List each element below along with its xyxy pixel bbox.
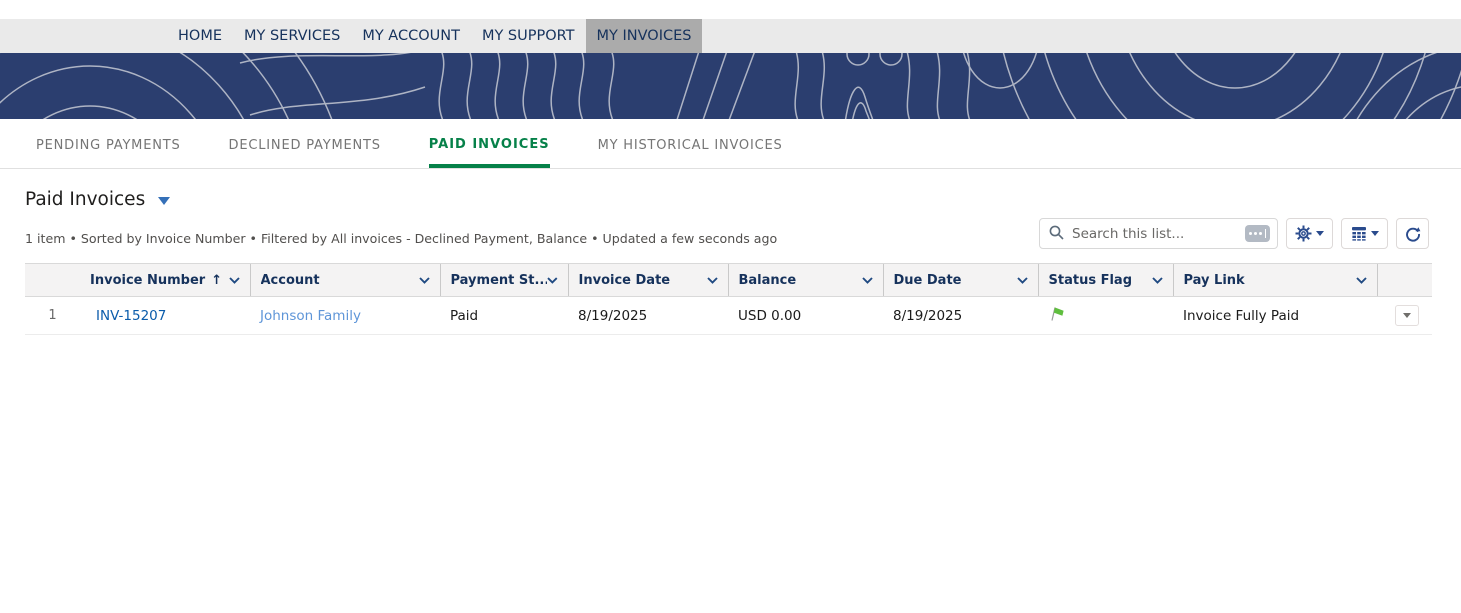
green-flag-icon	[1048, 305, 1066, 323]
tab-declined-payments[interactable]: DECLINED PAYMENTS	[229, 138, 381, 168]
column-row-number	[25, 264, 80, 297]
column-label: Due Date	[894, 273, 962, 288]
row-number: 1	[25, 297, 80, 335]
balance-cell: USD 0.00	[728, 297, 883, 335]
nav-item-home[interactable]: HOME	[167, 19, 233, 53]
account-link[interactable]: Johnson Family	[260, 308, 361, 324]
table-grid-icon	[1351, 226, 1367, 241]
column-account[interactable]: Account	[250, 264, 440, 297]
column-label: Balance	[739, 273, 797, 288]
hero-banner-topographic	[0, 53, 1461, 119]
column-payment-status[interactable]: Payment St...	[440, 264, 568, 297]
invoice-date-cell: 8/19/2025	[568, 297, 728, 335]
chevron-down-icon	[1403, 313, 1411, 318]
chevron-down-icon[interactable]	[547, 277, 558, 284]
arrow-up-icon: ↑	[211, 273, 222, 288]
column-invoice-number[interactable]: Invoice Number ↑	[80, 264, 250, 297]
column-label: Invoice Number	[90, 273, 205, 288]
status-flag-cell	[1038, 297, 1173, 335]
chevron-down-icon	[1316, 231, 1324, 236]
list-summary-text: 1 item • Sorted by Invoice Number • Filt…	[25, 231, 777, 246]
column-pay-link[interactable]: Pay Link	[1173, 264, 1377, 297]
magnifier-icon	[1049, 225, 1064, 240]
refresh-button[interactable]	[1396, 218, 1429, 249]
gear-icon	[1295, 225, 1312, 242]
due-date-cell: 8/19/2025	[883, 297, 1038, 335]
tab-pending-payments[interactable]: PENDING PAYMENTS	[36, 138, 181, 168]
nav-item-my-services[interactable]: MY SERVICES	[233, 19, 351, 53]
column-label: Pay Link	[1184, 273, 1245, 288]
chevron-down-icon[interactable]	[1152, 277, 1163, 284]
pay-link-cell: Invoice Fully Paid	[1173, 297, 1377, 335]
paid-invoices-table: Invoice Number ↑ Account	[25, 263, 1432, 335]
chevron-down-icon[interactable]	[229, 277, 240, 284]
payment-status-cell: Paid	[440, 297, 568, 335]
chevron-down-icon[interactable]	[1017, 277, 1028, 284]
column-label: Invoice Date	[579, 273, 671, 288]
top-white-strip	[0, 0, 1461, 19]
chevron-down-icon[interactable]	[862, 277, 873, 284]
topographic-pattern	[0, 53, 1461, 119]
nav-item-my-account[interactable]: MY ACCOUNT	[351, 19, 471, 53]
column-label: Status Flag	[1049, 273, 1133, 288]
tab-my-historical-invoices[interactable]: MY HISTORICAL INVOICES	[598, 138, 783, 168]
row-actions-cell	[1377, 297, 1432, 335]
column-invoice-date[interactable]: Invoice Date	[568, 264, 728, 297]
chevron-down-icon	[1371, 231, 1379, 236]
tab-paid-invoices[interactable]: PAID INVOICES	[429, 137, 550, 168]
column-due-date[interactable]: Due Date	[883, 264, 1038, 297]
display-as-button[interactable]	[1341, 218, 1388, 249]
search-input[interactable]	[1039, 218, 1278, 249]
input-extension-chip-icon	[1245, 225, 1270, 242]
column-row-actions	[1377, 264, 1432, 297]
list-controls	[1039, 218, 1429, 249]
chevron-down-icon[interactable]	[707, 277, 718, 284]
nav-item-my-invoices[interactable]: MY INVOICES	[586, 19, 703, 53]
column-balance[interactable]: Balance	[728, 264, 883, 297]
page-title: Paid Invoices	[25, 189, 145, 210]
column-status-flag[interactable]: Status Flag	[1038, 264, 1173, 297]
table-header-row: Invoice Number ↑ Account	[25, 264, 1432, 297]
column-label: Payment St...	[451, 273, 547, 288]
list-view-selector-caret-icon[interactable]	[158, 197, 170, 205]
list-settings-button[interactable]	[1286, 218, 1333, 249]
row-actions-button[interactable]	[1395, 305, 1419, 326]
refresh-icon	[1405, 226, 1421, 242]
table-row: 1 INV-15207 Johnson Family Paid 8/19/202…	[25, 297, 1432, 335]
nav-item-my-support[interactable]: MY SUPPORT	[471, 19, 586, 53]
column-label: Account	[261, 273, 320, 288]
chevron-down-icon[interactable]	[419, 277, 430, 284]
chevron-down-icon[interactable]	[1356, 277, 1367, 284]
invoice-number-link[interactable]: INV-15207	[96, 308, 166, 324]
search-box	[1039, 218, 1278, 249]
list-view-header: Paid Invoices 1 item • Sorted by Invoice…	[0, 169, 1461, 263]
global-navigation: HOME MY SERVICES MY ACCOUNT MY SUPPORT M…	[0, 19, 1461, 53]
invoice-tabs: PENDING PAYMENTS DECLINED PAYMENTS PAID …	[0, 119, 1461, 169]
